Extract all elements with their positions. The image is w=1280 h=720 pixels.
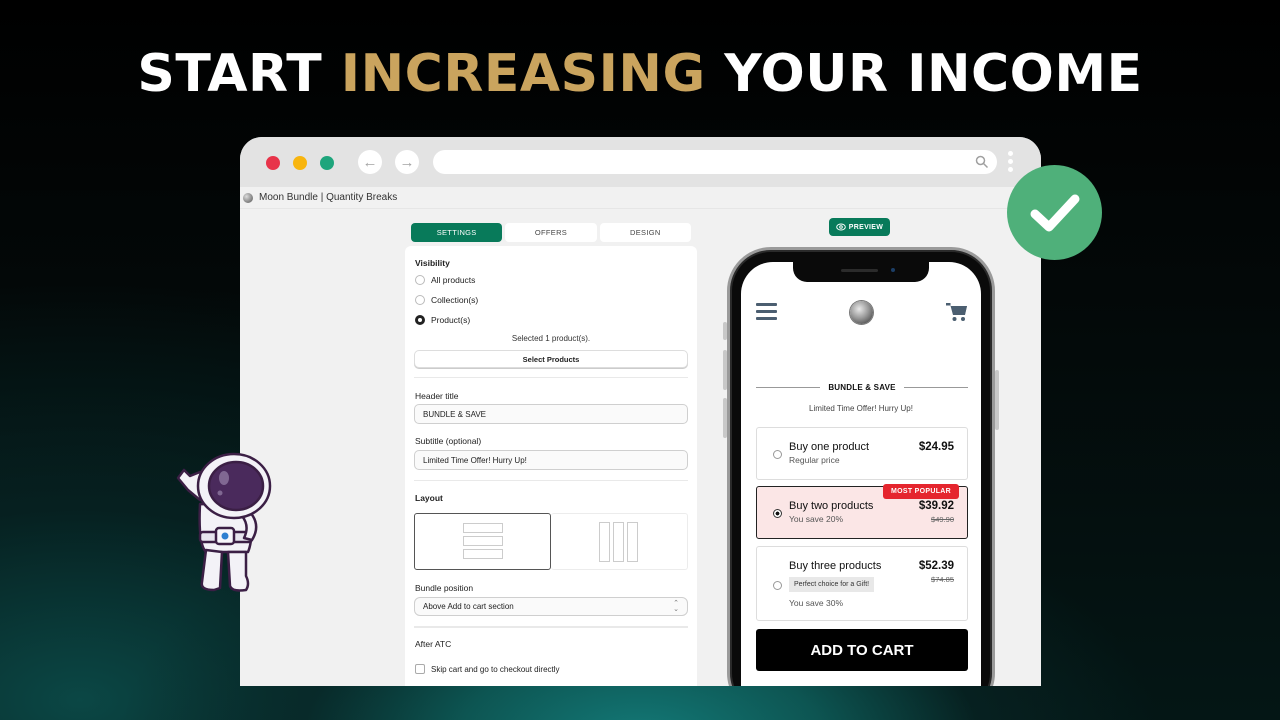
maximize-window-button[interactable] bbox=[320, 156, 334, 170]
offer-old-price: $74.85 bbox=[931, 575, 954, 584]
tab-offers[interactable]: OFFERS bbox=[505, 223, 597, 242]
preview-button[interactable]: PREVIEW bbox=[829, 218, 890, 236]
phone-side-button bbox=[723, 398, 727, 438]
layout-option-vertical[interactable] bbox=[414, 513, 551, 570]
skip-cart-checkbox[interactable] bbox=[415, 664, 425, 674]
phone-side-button bbox=[995, 370, 999, 430]
select-products-button[interactable]: Select Products bbox=[414, 350, 688, 368]
browser-window: ← → Moon Bundle | Quantity Breaks SETTIN… bbox=[240, 137, 1041, 686]
bundle-subtitle: Limited Time Offer! Hurry Up! bbox=[809, 404, 913, 413]
divider bbox=[414, 480, 688, 481]
offer-price: $24.95 bbox=[918, 441, 954, 453]
header-title-input[interactable]: BUNDLE & SAVE bbox=[414, 404, 688, 424]
column-icon bbox=[613, 522, 624, 562]
cart-icon[interactable] bbox=[946, 302, 968, 322]
arrow-right-icon: → bbox=[399, 153, 415, 171]
divider bbox=[414, 377, 688, 378]
header-title-label: Header title bbox=[415, 391, 459, 401]
radio-collections[interactable]: Collection(s) bbox=[415, 295, 478, 305]
settings-panel: Visibility All products Collection(s) Pr… bbox=[405, 246, 697, 686]
headline-part2: YOUR INCOME bbox=[705, 44, 1143, 104]
add-to-cart-button[interactable]: ADD TO CART bbox=[756, 629, 968, 671]
offer-title: Buy one product bbox=[789, 441, 870, 453]
headline: START INCREASING YOUR INCOME bbox=[0, 44, 1280, 104]
close-window-button[interactable] bbox=[266, 156, 280, 170]
search-icon[interactable] bbox=[975, 155, 989, 169]
layout-label: Layout bbox=[415, 493, 443, 503]
radio-button[interactable] bbox=[415, 275, 425, 285]
moon-logo-icon[interactable] bbox=[850, 301, 873, 324]
offer-subtitle: Regular price bbox=[789, 455, 840, 465]
checkmark-icon bbox=[1030, 194, 1079, 231]
radio-all-products[interactable]: All products bbox=[415, 275, 475, 285]
column-icon bbox=[627, 522, 638, 562]
layout-option-horizontal[interactable] bbox=[551, 513, 688, 570]
offer-title: Buy two products bbox=[789, 500, 874, 512]
minimize-window-button[interactable] bbox=[293, 156, 307, 170]
arrow-left-icon: ← bbox=[362, 153, 378, 171]
bundle-position-label: Bundle position bbox=[415, 583, 474, 593]
stack-icon bbox=[463, 549, 503, 559]
radio-button[interactable] bbox=[415, 315, 425, 325]
tab-settings[interactable]: SETTINGS bbox=[411, 223, 503, 242]
skip-cart-checkbox-row[interactable]: Skip cart and go to checkout directly bbox=[415, 664, 560, 674]
forward-button[interactable]: → bbox=[395, 150, 419, 174]
offer-old-price: $49.90 bbox=[931, 515, 954, 524]
browser-toolbar: ← → bbox=[240, 137, 1041, 187]
stack-icon bbox=[463, 536, 503, 546]
after-atc-label: After ATC bbox=[415, 639, 452, 649]
browser-tab[interactable]: Moon Bundle | Quantity Breaks bbox=[240, 187, 1041, 209]
offer-radio[interactable] bbox=[773, 581, 782, 590]
back-button[interactable]: ← bbox=[358, 150, 382, 174]
phone-mockup: BUNDLE & SAVE Limited Time Offer! Hurry … bbox=[723, 247, 999, 686]
offer-title: Buy three products bbox=[789, 560, 882, 572]
offer-option-1[interactable]: Buy one product Regular price $24.95 bbox=[756, 427, 968, 480]
gift-tag: Perfect choice for a Gift! bbox=[789, 577, 875, 592]
radio-button[interactable] bbox=[415, 295, 425, 305]
kebab-menu-icon[interactable] bbox=[1008, 151, 1014, 175]
selected-products-note: Selected 1 product(s). bbox=[511, 334, 591, 343]
moon-favicon-icon bbox=[243, 192, 253, 203]
hamburger-menu-icon[interactable] bbox=[756, 303, 777, 324]
divider bbox=[414, 626, 688, 628]
offer-price: $52.39 bbox=[918, 560, 954, 572]
success-check-badge bbox=[1007, 165, 1102, 260]
most-popular-badge: MOST POPULAR bbox=[883, 484, 959, 499]
eye-icon bbox=[835, 223, 846, 231]
chevron-updown-icon: ⌃ ⌄ bbox=[673, 600, 679, 613]
tab-design[interactable]: DESIGN bbox=[599, 223, 691, 242]
offer-option-3[interactable]: Buy three products Perfect choice for a … bbox=[756, 546, 968, 621]
offer-subtitle: You save 20% bbox=[789, 514, 844, 524]
subtitle-input[interactable]: Limited Time Offer! Hurry Up! bbox=[414, 450, 688, 470]
offer-option-2[interactable]: MOST POPULAR Buy two products You save 2… bbox=[756, 484, 968, 539]
visibility-label: Visibility bbox=[415, 258, 450, 268]
subtitle-label: Subtitle (optional) bbox=[415, 436, 482, 446]
phone-side-button bbox=[723, 350, 727, 390]
bundle-position-select[interactable]: Above Add to cart section ⌃ ⌄ bbox=[414, 597, 688, 616]
bundle-title: BUNDLE & SAVE bbox=[756, 381, 969, 393]
column-icon bbox=[599, 522, 610, 562]
offer-radio[interactable] bbox=[773, 450, 782, 459]
offer-price: $39.92 bbox=[918, 500, 954, 512]
phone-side-button bbox=[723, 322, 727, 340]
phone-notch bbox=[793, 262, 929, 282]
radio-products[interactable]: Product(s) bbox=[415, 315, 470, 325]
headline-part1: START bbox=[137, 44, 341, 104]
offer-subtitle: You save 30% bbox=[789, 598, 844, 608]
headline-highlight: INCREASING bbox=[340, 44, 706, 104]
stack-icon bbox=[463, 523, 503, 533]
address-bar[interactable] bbox=[433, 150, 997, 174]
offer-radio[interactable] bbox=[773, 509, 782, 518]
settings-tabs: SETTINGS OFFERS DESIGN bbox=[411, 223, 691, 242]
tab-title: Moon Bundle | Quantity Breaks bbox=[259, 192, 398, 203]
astronaut-illustration bbox=[176, 452, 272, 592]
phone-screen: BUNDLE & SAVE Limited Time Offer! Hurry … bbox=[741, 262, 981, 686]
